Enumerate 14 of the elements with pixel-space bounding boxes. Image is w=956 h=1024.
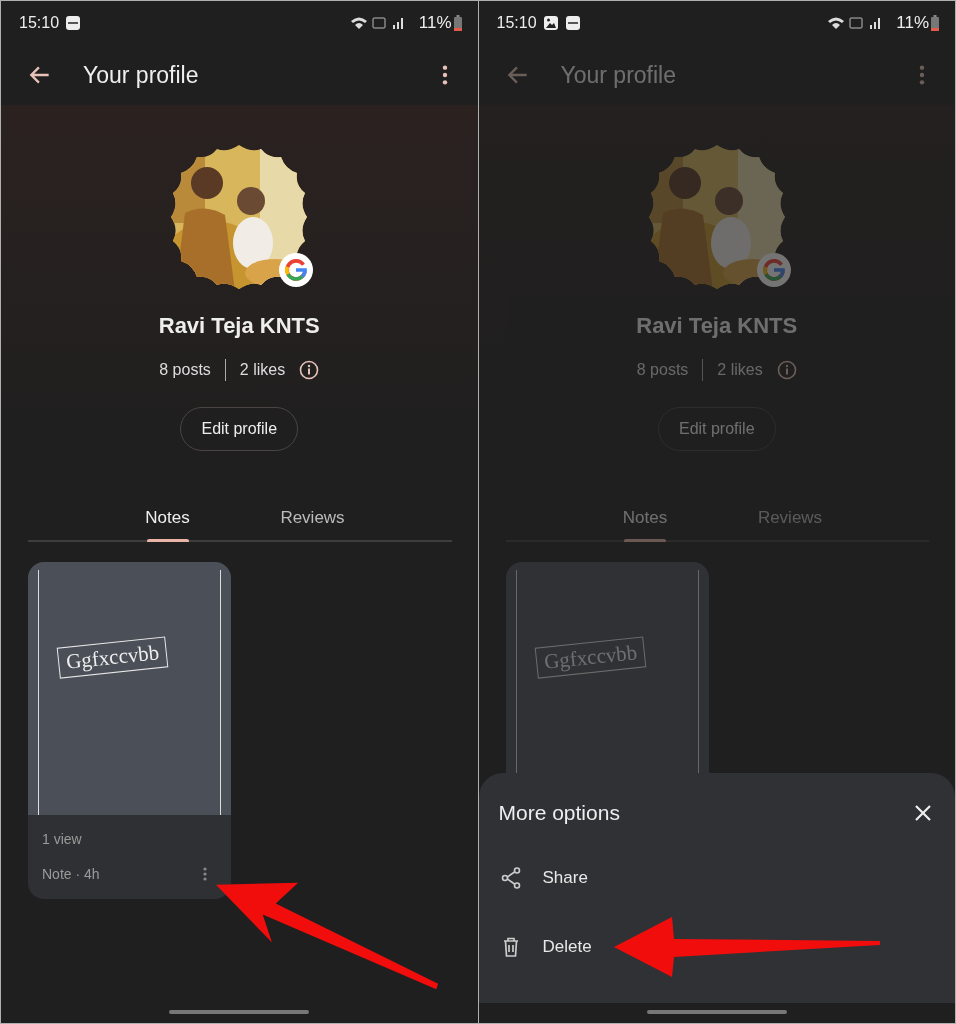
battery-level: 11% — [896, 13, 929, 33]
page-title: Your profile — [560, 61, 676, 89]
status-time: 15:10 — [19, 14, 60, 32]
view-count: 1 view — [42, 831, 83, 847]
battery-level: 11% — [418, 13, 452, 33]
status-time: 15:10 — [496, 14, 537, 32]
profile-name: Ravi Teja KNTS — [636, 313, 798, 339]
posts-count: 8 posts — [636, 361, 689, 379]
note-meta: Note · 4h — [42, 866, 100, 882]
page-title: Your profile — [83, 61, 199, 89]
likes-count: 2 likes — [717, 361, 763, 379]
posts-count: 8 posts — [159, 361, 211, 379]
profile-name: Ravi Teja KNTS — [158, 313, 320, 339]
likes-count: 2 likes — [239, 361, 286, 379]
